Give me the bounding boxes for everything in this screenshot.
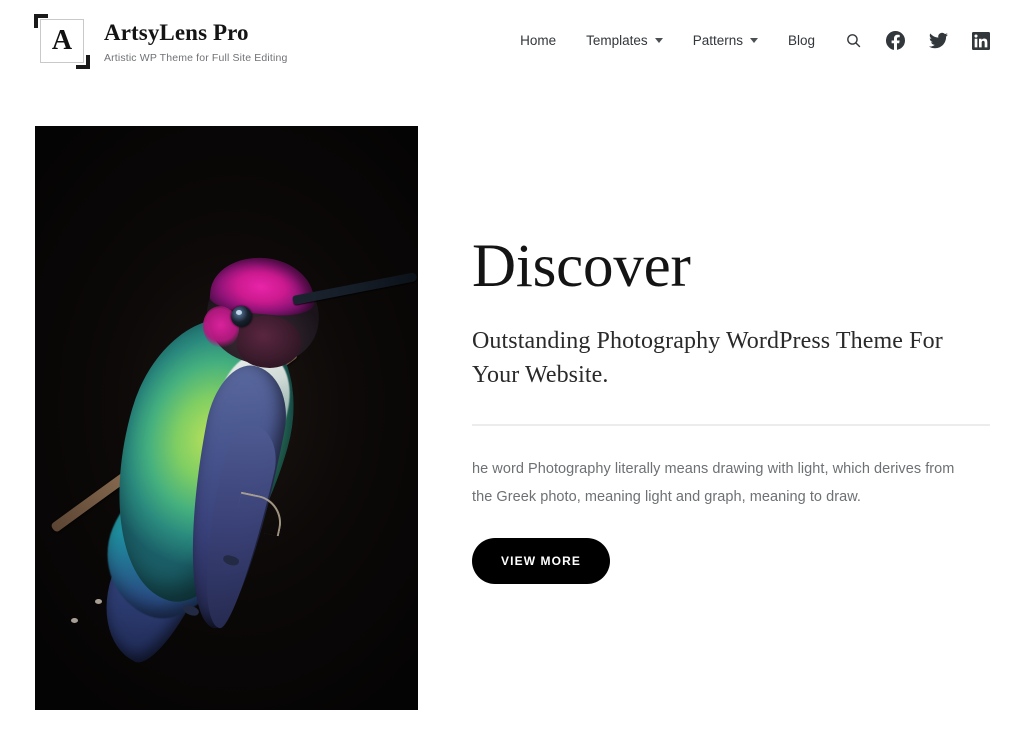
main-navigation: Home Templates Patterns Blog <box>520 31 990 50</box>
hero-body-text: he word Photography literally means draw… <box>472 461 955 506</box>
framed-letter-a-logo[interactable]: A <box>32 14 90 69</box>
page-title: Discover <box>472 233 691 300</box>
facebook-icon[interactable] <box>886 31 905 50</box>
hero-subtitle: Outstanding Photography WordPress Theme … <box>472 328 943 389</box>
twig-bud <box>71 618 78 623</box>
photo-canvas <box>35 126 418 710</box>
bird-eye-glint <box>236 310 242 315</box>
nav-item-blog-label: Blog <box>787 33 815 48</box>
site-tagline: Artistic WP Theme for Full Site Editing <box>104 52 288 65</box>
page-root: A ArtsyLens Pro Artistic WP Theme for Fu… <box>0 0 1024 742</box>
brand-text: ArtsyLens Pro Artistic WP Theme for Full… <box>104 14 287 64</box>
chevron-down-icon <box>654 38 663 43</box>
chevron-down-icon <box>749 38 758 43</box>
site-title[interactable]: ArtsyLens Pro <box>104 20 287 45</box>
logo-box: A <box>40 19 84 63</box>
brand[interactable]: A ArtsyLens Pro Artistic WP Theme for Fu… <box>32 14 287 69</box>
nav-item-templates-label: Templates <box>586 33 648 48</box>
search-icon[interactable] <box>845 32 862 49</box>
view-more-button[interactable]: VIEW MORE <box>472 537 610 584</box>
site-header: A ArtsyLens Pro Artistic WP Theme for Fu… <box>0 0 1024 90</box>
twitter-icon[interactable] <box>929 31 948 50</box>
hero-copy: Discover Outstanding Photography WordPre… <box>472 233 992 584</box>
nav-item-patterns[interactable]: Patterns <box>693 33 758 48</box>
nav-item-templates[interactable]: Templates <box>586 33 663 48</box>
logo-letter: A <box>51 25 73 56</box>
bird-eye <box>231 306 252 327</box>
hummingbird-photo <box>35 126 418 710</box>
nav-item-home[interactable]: Home <box>520 33 556 48</box>
nav-item-blog[interactable]: Blog <box>788 33 815 48</box>
linkedin-icon[interactable] <box>972 31 990 50</box>
header-icon-group <box>845 31 990 50</box>
nav-item-patterns-label: Patterns <box>692 33 743 48</box>
hummingbird <box>81 214 418 673</box>
hero-section: Discover Outstanding Photography WordPre… <box>0 90 1024 742</box>
nav-item-home-label: Home <box>520 33 557 48</box>
divider <box>472 424 990 427</box>
